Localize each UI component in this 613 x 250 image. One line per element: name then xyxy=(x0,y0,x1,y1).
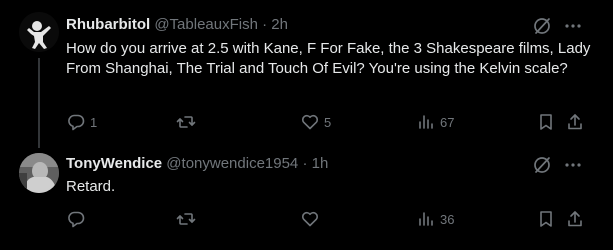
post-top-actions xyxy=(532,16,582,36)
display-name[interactable]: TonyWendice xyxy=(66,155,162,172)
share-icon xyxy=(568,211,582,227)
share-button[interactable] xyxy=(565,207,585,231)
view-count: 36 xyxy=(440,211,455,227)
thread-line xyxy=(38,58,40,148)
reply-icon xyxy=(68,211,85,228)
reply-count: 1 xyxy=(90,114,98,130)
post-rhubarbitol[interactable]: Rhubarbitol @TableauxFish · 2h How do yo… xyxy=(0,0,613,148)
like-button[interactable] xyxy=(300,207,324,231)
display-name[interactable]: Rhubarbitol xyxy=(66,16,150,33)
post-actions: 36 xyxy=(66,207,586,231)
timestamp[interactable]: 2h xyxy=(271,16,288,33)
repost-icon xyxy=(176,116,196,128)
like-count: 5 xyxy=(324,114,332,130)
post-text: How do you arrive at 2.5 with Kane, F Fo… xyxy=(66,40,591,77)
separator: · xyxy=(262,16,268,33)
grok-icon[interactable] xyxy=(532,16,552,36)
reply-button[interactable] xyxy=(66,207,90,231)
bookmark-icon xyxy=(540,114,552,130)
user-handle[interactable]: @tonywendice1954 xyxy=(166,155,298,172)
timestamp[interactable]: 1h xyxy=(312,155,329,172)
post-actions: 1 5 67 xyxy=(66,110,586,134)
reply-button[interactable]: 1 xyxy=(66,110,97,134)
repost-icon xyxy=(176,213,196,225)
post-text: Retard. xyxy=(66,178,116,195)
share-button[interactable] xyxy=(565,110,585,134)
bookmark-button[interactable] xyxy=(536,207,556,231)
repost-button[interactable] xyxy=(176,110,200,134)
bookmark-button[interactable] xyxy=(536,110,556,134)
like-icon xyxy=(302,211,318,227)
more-icon[interactable] xyxy=(564,16,582,36)
user-handle[interactable]: @TableauxFish xyxy=(154,16,258,33)
person-silhouette-avatar-icon xyxy=(19,12,59,52)
avatar[interactable] xyxy=(19,12,59,52)
views-icon xyxy=(419,212,433,226)
reply-icon xyxy=(68,114,85,131)
view-count: 67 xyxy=(440,114,455,130)
grok-icon[interactable] xyxy=(532,155,552,175)
avatar[interactable] xyxy=(19,153,59,193)
share-icon xyxy=(568,114,582,130)
post-top-actions xyxy=(532,155,582,175)
like-icon xyxy=(302,114,318,130)
like-button[interactable]: 5 xyxy=(300,110,331,134)
views-button[interactable]: 67 xyxy=(416,110,454,134)
views-button[interactable]: 36 xyxy=(416,207,454,231)
more-icon[interactable] xyxy=(564,155,582,175)
post-tonywendice[interactable]: TonyWendice @tonywendice1954 · 1h Retard… xyxy=(0,140,613,250)
post-header: Rhubarbitol @TableauxFish · 2h xyxy=(66,15,288,35)
views-icon xyxy=(419,115,433,129)
separator: · xyxy=(302,155,308,172)
repost-button[interactable] xyxy=(176,207,200,231)
bookmark-icon xyxy=(540,211,552,227)
photo-avatar-icon xyxy=(19,153,59,193)
post-header: TonyWendice @tonywendice1954 · 1h xyxy=(66,154,328,174)
